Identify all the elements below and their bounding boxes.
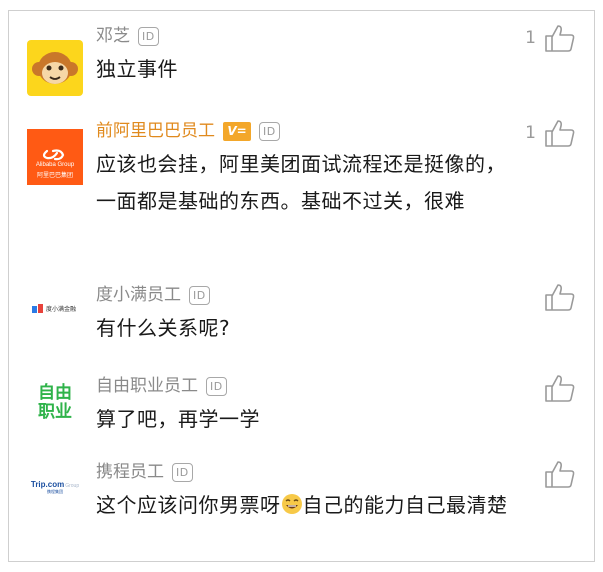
id-badge: ID (189, 285, 210, 305)
id-badge: ID (259, 121, 280, 141)
trip-logo-suffix: Group (65, 483, 80, 489)
avatar[interactable]: 自由 职业 (27, 375, 83, 431)
monkey-mascot-avatar (27, 40, 83, 96)
user-name[interactable]: 自由职业员工 (96, 374, 198, 398)
freelance-logo-line1: 自由 (38, 383, 72, 403)
verified-badge: V= (223, 121, 251, 141)
like-button[interactable]: 1 (525, 24, 576, 52)
avatar[interactable]: Trip.com Group 携程集团 (27, 459, 83, 515)
comment-text: 有什么关系呢? (96, 316, 231, 340)
thumbs-up-icon (545, 25, 575, 52)
alibaba-logo-subtext: 阿里巴巴集团 (36, 172, 73, 179)
like-count: 1 (525, 123, 536, 143)
thumbs-up-icon (545, 461, 575, 488)
comment-text: 算了吧，再学一学 (96, 407, 260, 431)
freelance-logo-line2: 职业 (38, 402, 72, 422)
comment-text-part: 自己的能力自己最清楚 (302, 493, 508, 517)
alibaba-logo-text: Alibaba Group (35, 162, 75, 168)
thumbs-up-icon (545, 375, 575, 402)
user-name[interactable]: 度小满员工 (96, 283, 181, 307)
like-button[interactable] (544, 460, 576, 488)
trip-logo-wordmark: Trip.com Group (31, 480, 79, 489)
user-name[interactable]: 携程员工 (96, 460, 164, 484)
thumbs-up-icon (545, 284, 575, 311)
comment-text: 这个应该问你男票呀 自己的能力自己最清楚 (96, 487, 526, 524)
comment-text-part: 这个应该问你男票呀 (96, 493, 281, 517)
like-count: 1 (525, 28, 536, 48)
like-button[interactable] (544, 283, 576, 311)
avatar[interactable] (27, 40, 83, 96)
comment-list: 邓芝 ID 独立事件 1 Alibaba Group 阿里巴巴集团 前阿里巴巴员… (8, 10, 595, 562)
laughing-emoji-icon (281, 494, 302, 514)
id-badge: ID (206, 376, 227, 396)
avatar[interactable]: 度小满金融 (27, 281, 83, 337)
thumbs-up-icon (545, 120, 575, 147)
like-button[interactable] (544, 374, 576, 402)
comment-text: 独立事件 (96, 57, 178, 81)
trip-logo-subtext: 携程集团 (47, 489, 63, 494)
trip-logo-text: Trip.com (30, 480, 65, 489)
user-name[interactable]: 前阿里巴巴员工 (96, 119, 215, 143)
comment-text: 应该也会挂，阿里美团面试流程还是挺像的，一面都是基础的东西。基础不过关，很难 (96, 152, 506, 213)
like-button[interactable]: 1 (525, 119, 576, 147)
duxiaoman-logo-text: 度小满金融 (46, 306, 77, 313)
id-badge: ID (138, 26, 159, 46)
avatar[interactable]: Alibaba Group 阿里巴巴集团 (27, 129, 83, 185)
id-badge: ID (172, 462, 193, 482)
user-name[interactable]: 邓芝 (96, 24, 130, 48)
